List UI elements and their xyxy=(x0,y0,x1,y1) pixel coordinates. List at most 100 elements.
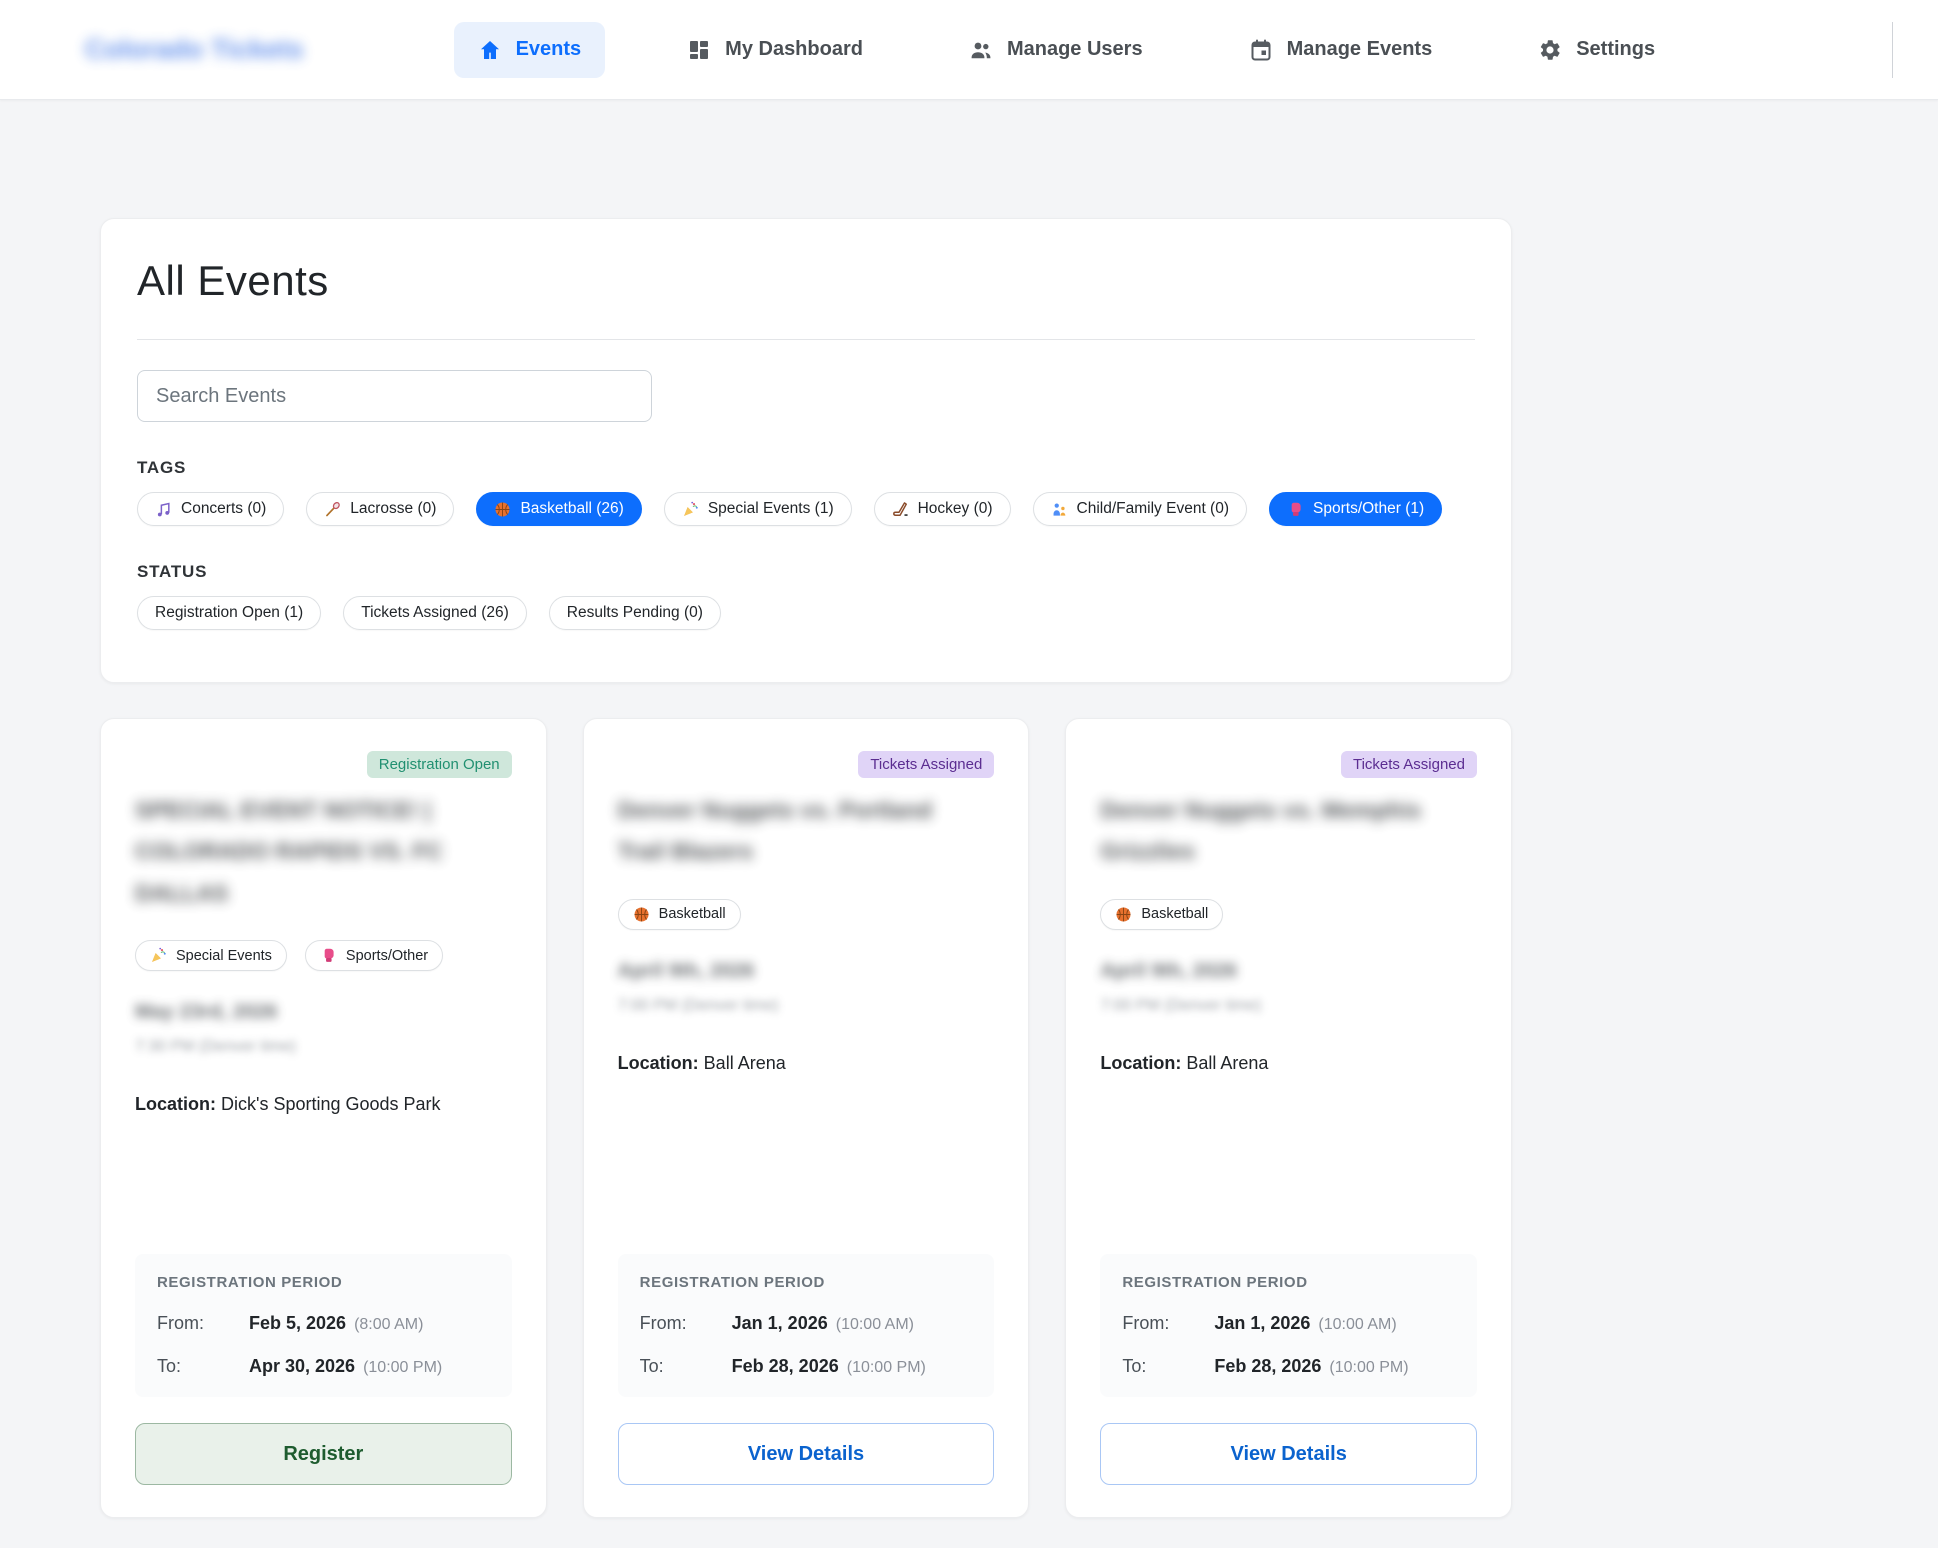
event-location: Location: Dick's Sporting Goods Park xyxy=(135,1094,512,1115)
filter-panel: All Events TAGS Concerts (0)Lacrosse (0)… xyxy=(100,218,1512,683)
users-icon xyxy=(969,38,993,62)
registration-from-time: (10:00 AM) xyxy=(836,1316,914,1334)
badge-row: Registration Open xyxy=(135,751,512,778)
hockey-icon xyxy=(892,501,909,518)
status-label: STATUS xyxy=(137,562,1475,582)
music-icon xyxy=(155,501,172,518)
registration-from-time: (10:00 AM) xyxy=(1318,1316,1396,1334)
gear-icon xyxy=(1538,38,1562,62)
tag-filter-special-events[interactable]: Special Events (1) xyxy=(664,492,852,526)
registration-from-date: Jan 1, 2026 xyxy=(1214,1313,1310,1334)
chip-label: Registration Open (1) xyxy=(155,604,303,622)
boxing-glove-icon xyxy=(320,947,337,964)
basketball-icon xyxy=(494,501,511,518)
event-time: 7:00 PM (Denver time) xyxy=(618,997,995,1015)
tag-filter-sports-other[interactable]: Sports/Other (1) xyxy=(1269,492,1442,526)
event-location: Location: Ball Arena xyxy=(618,1053,995,1074)
event-date: May 23rd, 2026 xyxy=(135,1001,512,1024)
search-input[interactable] xyxy=(137,370,652,422)
event-card-grid: Registration OpenSPECIAL EVENT NOTICE! |… xyxy=(100,718,1512,1518)
tag-filter-basketball[interactable]: Basketball (26) xyxy=(476,492,641,526)
event-title: Denver Nuggets vs. Portland Trail Blazer… xyxy=(618,790,965,873)
chip-label: Basketball xyxy=(659,906,726,922)
view-details-button[interactable]: View Details xyxy=(618,1423,995,1485)
nav-divider xyxy=(1892,22,1893,78)
registration-to-date: Feb 28, 2026 xyxy=(1214,1356,1321,1377)
event-location-value: Ball Arena xyxy=(704,1053,786,1073)
nav-item-manage-events[interactable]: Manage Events xyxy=(1225,22,1457,78)
registration-to-date: Feb 28, 2026 xyxy=(732,1356,839,1377)
chip-label: Lacrosse (0) xyxy=(350,500,436,518)
event-time: 7:00 PM (Denver time) xyxy=(1100,997,1477,1015)
status-filter-tickets-assigned[interactable]: Tickets Assigned (26) xyxy=(343,596,527,630)
confetti-icon xyxy=(682,501,699,518)
basketball-icon xyxy=(1115,906,1132,923)
registration-period-box: REGISTRATION PERIODFrom:Feb 5, 2026(8:00… xyxy=(135,1254,512,1397)
brand-logo[interactable]: Colorado Tickets xyxy=(85,34,304,65)
badge-row: Tickets Assigned xyxy=(618,751,995,778)
event-tag-row: Basketball xyxy=(1100,899,1477,930)
dashboard-icon xyxy=(687,38,711,62)
registration-from-row: From:Jan 1, 2026 (10:00 AM) xyxy=(1122,1313,1455,1334)
event-date: April 9th, 2026 xyxy=(618,960,995,983)
registration-to-label: To: xyxy=(157,1356,249,1377)
registration-from-row: From:Feb 5, 2026 (8:00 AM) xyxy=(157,1313,490,1334)
nav-item-label: My Dashboard xyxy=(725,38,863,61)
main-content: All Events TAGS Concerts (0)Lacrosse (0)… xyxy=(100,218,1512,1518)
registration-from-date: Feb 5, 2026 xyxy=(249,1313,346,1334)
event-date: April 9th, 2026 xyxy=(1100,960,1477,983)
registration-from-label: From: xyxy=(157,1313,249,1334)
nav-item-settings[interactable]: Settings xyxy=(1514,22,1679,78)
tag-filter-lacrosse[interactable]: Lacrosse (0) xyxy=(306,492,454,526)
view-details-button[interactable]: View Details xyxy=(1100,1423,1477,1485)
status-filter-results-pending[interactable]: Results Pending (0) xyxy=(549,596,721,630)
event-location: Location: Ball Arena xyxy=(1100,1053,1477,1074)
nav-item-my-dashboard[interactable]: My Dashboard xyxy=(663,22,887,78)
nav-item-label: Events xyxy=(516,38,582,61)
event-tag-basketball: Basketball xyxy=(1100,899,1223,930)
event-tag-special-events: Special Events xyxy=(135,940,287,971)
chip-label: Concerts (0) xyxy=(181,500,266,518)
nav-item-label: Manage Users xyxy=(1007,38,1143,61)
chip-label: Results Pending (0) xyxy=(567,604,703,622)
tag-filter-hockey[interactable]: Hockey (0) xyxy=(874,492,1011,526)
event-location-label: Location: xyxy=(135,1094,216,1114)
nav-item-events[interactable]: Events xyxy=(454,22,606,78)
chip-label: Basketball xyxy=(1141,906,1208,922)
event-tag-row: Basketball xyxy=(618,899,995,930)
registration-to-time: (10:00 PM) xyxy=(1329,1359,1408,1377)
event-time: 7:30 PM (Denver time) xyxy=(135,1038,512,1056)
boxing-glove-icon xyxy=(1287,501,1304,518)
status-badge: Tickets Assigned xyxy=(1341,751,1477,778)
nav-item-manage-users[interactable]: Manage Users xyxy=(945,22,1167,78)
chip-label: Basketball (26) xyxy=(520,500,623,518)
event-tag-row: Special Events Sports/Other xyxy=(135,940,512,971)
registration-from-label: From: xyxy=(1122,1313,1214,1334)
chip-label: Sports/Other (1) xyxy=(1313,500,1424,518)
registration-period-label: REGISTRATION PERIOD xyxy=(1122,1274,1455,1291)
event-card: Tickets AssignedDenver Nuggets vs. Memph… xyxy=(1065,718,1512,1518)
tag-filter-child-family-event[interactable]: Child/Family Event (0) xyxy=(1033,492,1247,526)
registration-from-time: (8:00 AM) xyxy=(354,1316,423,1334)
registration-to-date: Apr 30, 2026 xyxy=(249,1356,355,1377)
tag-filter-concerts[interactable]: Concerts (0) xyxy=(137,492,284,526)
event-tag-basketball: Basketball xyxy=(618,899,741,930)
registration-period-box: REGISTRATION PERIOD From:Jan 1, 2026 (10:0… xyxy=(1100,1254,1477,1397)
status-chip-row: Registration Open (1) Tickets Assigned (2… xyxy=(137,596,1475,630)
registration-from-date: Jan 1, 2026 xyxy=(732,1313,828,1334)
registration-to-label: To: xyxy=(1122,1356,1214,1377)
event-location-label: Location: xyxy=(1100,1053,1181,1073)
register-button[interactable]: Register xyxy=(135,1423,512,1485)
main-nav: Events My Dashboard Manage Users Manage Eve… xyxy=(454,22,1680,78)
chip-label: Sports/Other xyxy=(346,948,428,964)
event-card: Tickets Assigned Denver Nuggets vs. Portl… xyxy=(583,718,1030,1518)
nav-item-label: Manage Events xyxy=(1287,38,1433,61)
divider xyxy=(137,339,1475,340)
registration-from-row: From:Jan 1, 2026(10:00 AM) xyxy=(640,1313,973,1334)
registration-to-label: To: xyxy=(640,1356,732,1377)
status-filter-registration-open[interactable]: Registration Open (1) xyxy=(137,596,321,630)
calendar-icon xyxy=(1249,38,1273,62)
home-icon xyxy=(478,38,502,62)
badge-row: Tickets Assigned xyxy=(1100,751,1477,778)
event-location-value: Ball Arena xyxy=(1186,1053,1268,1073)
